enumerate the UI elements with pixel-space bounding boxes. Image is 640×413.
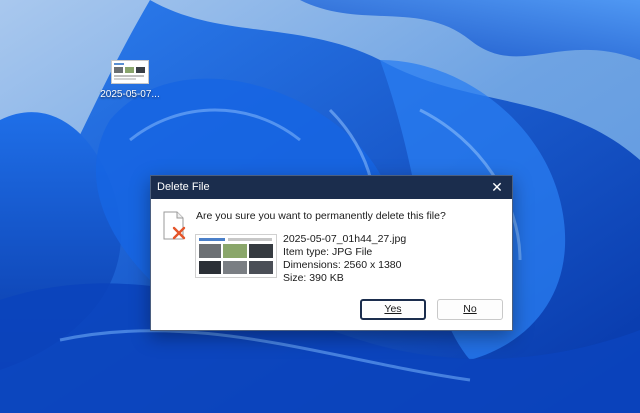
file-delete-icon [163,211,186,240]
file-type: Item type: JPG File [283,246,373,258]
no-button-label: No [463,303,477,315]
confirm-question: Are you sure you want to permanently del… [196,210,446,222]
image-thumbnail-icon [111,60,149,84]
file-dimensions: Dimensions: 2560 x 1380 [283,259,402,271]
file-size: Size: 390 KB [283,272,344,284]
no-button[interactable]: No [437,299,503,320]
dialog-titlebar: Delete File ✕ [151,176,512,199]
delete-file-dialog: Delete File ✕ Are you sure you want to p… [150,175,513,331]
desktop-file-icon[interactable]: 2025-05-07... [100,60,160,100]
close-button[interactable]: ✕ [482,176,512,199]
close-icon: ✕ [491,179,503,195]
desktop-file-label: 2025-05-07... [100,89,160,100]
dialog-body: Are you sure you want to permanently del… [151,199,512,331]
yes-button-label: Yes [384,303,402,315]
desktop: 2025-05-07... Delete File ✕ Are you sure… [0,0,640,413]
dialog-title: Delete File [157,181,210,193]
file-name: 2025-05-07_01h44_27.jpg [283,233,407,245]
file-preview-thumbnail [195,234,277,278]
yes-button[interactable]: Yes [360,299,426,320]
file-details: 2025-05-07_01h44_27.jpg Item type: JPG F… [283,233,406,285]
